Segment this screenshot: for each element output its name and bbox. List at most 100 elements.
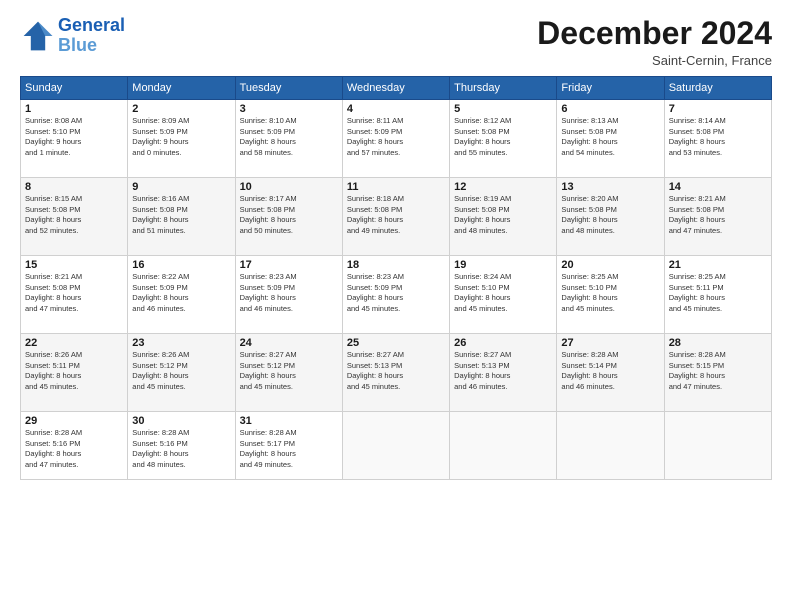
day-info: Sunrise: 8:08 AM Sunset: 5:10 PM Dayligh… (25, 116, 123, 158)
calendar-week-row-5: 29Sunrise: 8:28 AM Sunset: 5:16 PM Dayli… (21, 412, 772, 480)
day-info: Sunrise: 8:21 AM Sunset: 5:08 PM Dayligh… (669, 194, 767, 236)
calendar-cell: 29Sunrise: 8:28 AM Sunset: 5:16 PM Dayli… (21, 412, 128, 480)
day-number: 26 (454, 337, 552, 349)
calendar-cell: 5Sunrise: 8:12 AM Sunset: 5:08 PM Daylig… (450, 100, 557, 178)
day-info: Sunrise: 8:24 AM Sunset: 5:10 PM Dayligh… (454, 272, 552, 314)
calendar-cell: 23Sunrise: 8:26 AM Sunset: 5:12 PM Dayli… (128, 334, 235, 412)
calendar-cell: 17Sunrise: 8:23 AM Sunset: 5:09 PM Dayli… (235, 256, 342, 334)
calendar-cell: 26Sunrise: 8:27 AM Sunset: 5:13 PM Dayli… (450, 334, 557, 412)
day-number: 23 (132, 337, 230, 349)
calendar-cell (664, 412, 771, 480)
calendar-cell: 30Sunrise: 8:28 AM Sunset: 5:16 PM Dayli… (128, 412, 235, 480)
day-number: 12 (454, 181, 552, 193)
calendar-table: SundayMondayTuesdayWednesdayThursdayFrid… (20, 76, 772, 480)
day-info: Sunrise: 8:18 AM Sunset: 5:08 PM Dayligh… (347, 194, 445, 236)
day-info: Sunrise: 8:20 AM Sunset: 5:08 PM Dayligh… (561, 194, 659, 236)
calendar-cell: 2Sunrise: 8:09 AM Sunset: 5:09 PM Daylig… (128, 100, 235, 178)
weekday-header-row: SundayMondayTuesdayWednesdayThursdayFrid… (21, 77, 772, 100)
day-number: 20 (561, 259, 659, 271)
calendar-cell: 10Sunrise: 8:17 AM Sunset: 5:08 PM Dayli… (235, 178, 342, 256)
calendar-cell: 9Sunrise: 8:16 AM Sunset: 5:08 PM Daylig… (128, 178, 235, 256)
day-number: 10 (240, 181, 338, 193)
logo-text: General Blue (58, 16, 125, 56)
logo: General Blue (20, 16, 125, 56)
day-info: Sunrise: 8:26 AM Sunset: 5:11 PM Dayligh… (25, 350, 123, 392)
day-info: Sunrise: 8:16 AM Sunset: 5:08 PM Dayligh… (132, 194, 230, 236)
calendar-cell: 11Sunrise: 8:18 AM Sunset: 5:08 PM Dayli… (342, 178, 449, 256)
location-subtitle: Saint-Cernin, France (537, 53, 772, 68)
calendar-cell: 1Sunrise: 8:08 AM Sunset: 5:10 PM Daylig… (21, 100, 128, 178)
day-info: Sunrise: 8:22 AM Sunset: 5:09 PM Dayligh… (132, 272, 230, 314)
day-number: 14 (669, 181, 767, 193)
day-number: 2 (132, 103, 230, 115)
day-number: 11 (347, 181, 445, 193)
calendar-cell: 15Sunrise: 8:21 AM Sunset: 5:08 PM Dayli… (21, 256, 128, 334)
day-info: Sunrise: 8:11 AM Sunset: 5:09 PM Dayligh… (347, 116, 445, 158)
day-number: 17 (240, 259, 338, 271)
day-info: Sunrise: 8:12 AM Sunset: 5:08 PM Dayligh… (454, 116, 552, 158)
day-info: Sunrise: 8:25 AM Sunset: 5:11 PM Dayligh… (669, 272, 767, 314)
day-number: 9 (132, 181, 230, 193)
month-title: December 2024 (537, 16, 772, 51)
day-info: Sunrise: 8:26 AM Sunset: 5:12 PM Dayligh… (132, 350, 230, 392)
day-number: 30 (132, 415, 230, 427)
calendar-cell: 18Sunrise: 8:23 AM Sunset: 5:09 PM Dayli… (342, 256, 449, 334)
weekday-header-saturday: Saturday (664, 77, 771, 100)
day-info: Sunrise: 8:28 AM Sunset: 5:16 PM Dayligh… (25, 428, 123, 470)
header: General Blue December 2024 Saint-Cernin,… (20, 16, 772, 68)
day-number: 4 (347, 103, 445, 115)
day-info: Sunrise: 8:19 AM Sunset: 5:08 PM Dayligh… (454, 194, 552, 236)
day-number: 13 (561, 181, 659, 193)
calendar-cell: 12Sunrise: 8:19 AM Sunset: 5:08 PM Dayli… (450, 178, 557, 256)
calendar-cell: 7Sunrise: 8:14 AM Sunset: 5:08 PM Daylig… (664, 100, 771, 178)
calendar-week-row-4: 22Sunrise: 8:26 AM Sunset: 5:11 PM Dayli… (21, 334, 772, 412)
calendar-cell: 14Sunrise: 8:21 AM Sunset: 5:08 PM Dayli… (664, 178, 771, 256)
day-number: 6 (561, 103, 659, 115)
logo-icon (20, 18, 56, 54)
day-number: 18 (347, 259, 445, 271)
weekday-header-friday: Friday (557, 77, 664, 100)
calendar-cell: 21Sunrise: 8:25 AM Sunset: 5:11 PM Dayli… (664, 256, 771, 334)
day-info: Sunrise: 8:28 AM Sunset: 5:15 PM Dayligh… (669, 350, 767, 392)
calendar-cell: 16Sunrise: 8:22 AM Sunset: 5:09 PM Dayli… (128, 256, 235, 334)
calendar-cell: 20Sunrise: 8:25 AM Sunset: 5:10 PM Dayli… (557, 256, 664, 334)
day-info: Sunrise: 8:28 AM Sunset: 5:17 PM Dayligh… (240, 428, 338, 470)
day-number: 27 (561, 337, 659, 349)
calendar-cell (342, 412, 449, 480)
weekday-header-monday: Monday (128, 77, 235, 100)
day-info: Sunrise: 8:10 AM Sunset: 5:09 PM Dayligh… (240, 116, 338, 158)
calendar-week-row-1: 1Sunrise: 8:08 AM Sunset: 5:10 PM Daylig… (21, 100, 772, 178)
day-info: Sunrise: 8:27 AM Sunset: 5:13 PM Dayligh… (454, 350, 552, 392)
day-info: Sunrise: 8:25 AM Sunset: 5:10 PM Dayligh… (561, 272, 659, 314)
day-info: Sunrise: 8:14 AM Sunset: 5:08 PM Dayligh… (669, 116, 767, 158)
calendar-cell: 27Sunrise: 8:28 AM Sunset: 5:14 PM Dayli… (557, 334, 664, 412)
calendar-cell: 8Sunrise: 8:15 AM Sunset: 5:08 PM Daylig… (21, 178, 128, 256)
day-info: Sunrise: 8:15 AM Sunset: 5:08 PM Dayligh… (25, 194, 123, 236)
day-number: 21 (669, 259, 767, 271)
calendar-cell: 28Sunrise: 8:28 AM Sunset: 5:15 PM Dayli… (664, 334, 771, 412)
day-info: Sunrise: 8:28 AM Sunset: 5:16 PM Dayligh… (132, 428, 230, 470)
calendar-cell: 4Sunrise: 8:11 AM Sunset: 5:09 PM Daylig… (342, 100, 449, 178)
day-number: 25 (347, 337, 445, 349)
day-number: 7 (669, 103, 767, 115)
day-number: 16 (132, 259, 230, 271)
day-number: 24 (240, 337, 338, 349)
day-number: 19 (454, 259, 552, 271)
day-number: 1 (25, 103, 123, 115)
day-number: 15 (25, 259, 123, 271)
day-number: 28 (669, 337, 767, 349)
day-info: Sunrise: 8:27 AM Sunset: 5:13 PM Dayligh… (347, 350, 445, 392)
calendar-cell (557, 412, 664, 480)
day-number: 31 (240, 415, 338, 427)
calendar-cell: 6Sunrise: 8:13 AM Sunset: 5:08 PM Daylig… (557, 100, 664, 178)
weekday-header-thursday: Thursday (450, 77, 557, 100)
day-number: 22 (25, 337, 123, 349)
title-block: December 2024 Saint-Cernin, France (537, 16, 772, 68)
calendar-cell: 24Sunrise: 8:27 AM Sunset: 5:12 PM Dayli… (235, 334, 342, 412)
day-info: Sunrise: 8:23 AM Sunset: 5:09 PM Dayligh… (240, 272, 338, 314)
day-info: Sunrise: 8:13 AM Sunset: 5:08 PM Dayligh… (561, 116, 659, 158)
calendar-week-row-2: 8Sunrise: 8:15 AM Sunset: 5:08 PM Daylig… (21, 178, 772, 256)
calendar-cell: 19Sunrise: 8:24 AM Sunset: 5:10 PM Dayli… (450, 256, 557, 334)
day-number: 29 (25, 415, 123, 427)
calendar-cell: 13Sunrise: 8:20 AM Sunset: 5:08 PM Dayli… (557, 178, 664, 256)
